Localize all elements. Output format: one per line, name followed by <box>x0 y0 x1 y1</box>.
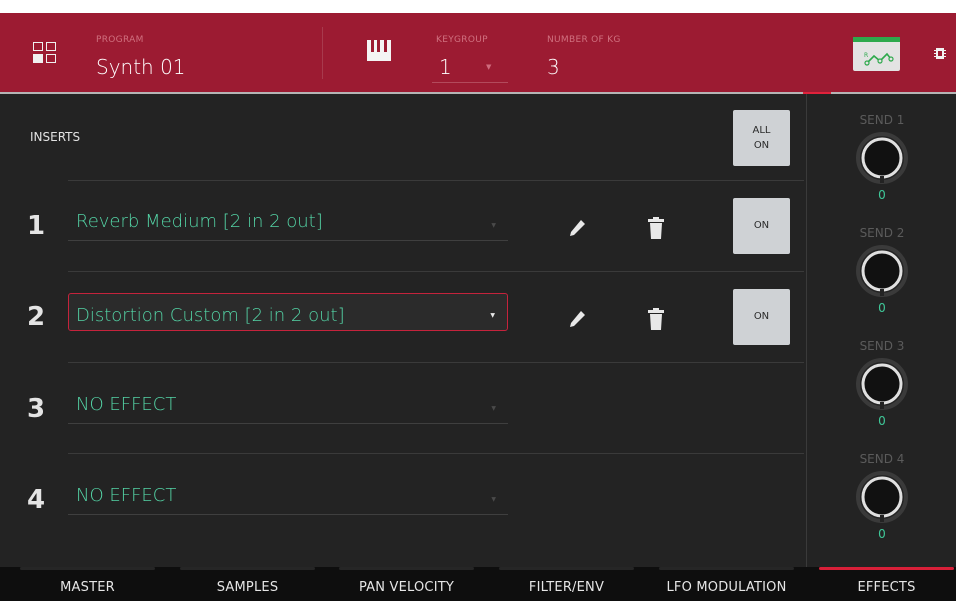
routing-label: R <box>864 52 868 59</box>
send-2: SEND 2 0 <box>807 207 956 319</box>
insert-3-effect-dropdown[interactable]: NO EFFECT ▼ <box>68 388 508 424</box>
tab-label: FILTER/ENV <box>528 580 605 595</box>
tab-filter-env[interactable]: FILTER/ENV <box>499 567 634 601</box>
chevron-down-icon: ▼ <box>491 405 496 412</box>
send-4: SEND 4 0 <box>807 433 956 545</box>
keygroup-value[interactable]: 1 <box>439 55 452 79</box>
chevron-down-icon: ▼ <box>490 312 495 319</box>
tab-samples[interactable]: SAMPLES <box>180 567 315 601</box>
insert-4-effect-name: NO EFFECT <box>76 485 177 506</box>
routing-icon: R <box>864 52 894 66</box>
send-4-knob[interactable] <box>856 471 908 523</box>
insert-2-delete-trash-icon[interactable] <box>647 308 665 330</box>
keygroup-underline <box>432 82 508 83</box>
program-name[interactable]: Synth 01 <box>96 55 186 79</box>
send-label: SEND 4 <box>859 452 905 466</box>
insert-slot-number: 3 <box>27 394 46 424</box>
bottom-tab-bar: MASTER SAMPLES PAN VELOCITY FILTER/ENV L… <box>0 567 956 601</box>
header-divider <box>322 27 323 79</box>
tab-label: EFFECTS <box>857 580 916 595</box>
insert-1-effect-dropdown[interactable]: Reverb Medium [2 in 2 out] ▼ <box>68 205 508 241</box>
insert-3-effect-name: NO EFFECT <box>76 394 177 415</box>
row-separator <box>68 453 804 454</box>
sends-panel: SEND 1 0 SEND 2 0 SEND 3 0 SEND 4 0 <box>806 94 956 567</box>
tab-pan-velocity[interactable]: PAN VELOCITY <box>339 567 474 601</box>
insert-2-on-button[interactable]: ON <box>733 289 790 345</box>
inserts-title: INSERTS <box>30 130 81 144</box>
send-1: SEND 1 0 <box>807 94 956 206</box>
chevron-down-icon: ▼ <box>491 222 496 229</box>
insert-1-edit-pencil-icon[interactable] <box>567 218 587 238</box>
insert-2-edit-pencil-icon[interactable] <box>567 309 587 329</box>
row-separator <box>68 362 804 363</box>
keygroup-caption: KEYGROUP <box>436 35 488 45</box>
insert-1-effect-name: Reverb Medium [2 in 2 out] <box>76 211 323 232</box>
send-3-knob[interactable] <box>856 358 908 410</box>
insert-2-effect-name: Distortion Custom [2 in 2 out] <box>76 305 345 326</box>
tab-master[interactable]: MASTER <box>20 567 155 601</box>
send-3: SEND 3 0 <box>807 320 956 432</box>
insert-1-delete-trash-icon[interactable] <box>647 217 665 239</box>
send-label: SEND 3 <box>859 339 905 353</box>
keyboard-icon <box>367 40 391 61</box>
all-on-line2: ON <box>753 140 770 151</box>
grid-view-icon[interactable] <box>33 42 57 64</box>
all-on-button[interactable]: ALL ON <box>733 110 790 166</box>
tab-label: PAN VELOCITY <box>358 580 455 595</box>
number-of-kg-caption: NUMBER OF KG <box>547 35 621 45</box>
send-value: 0 <box>878 188 886 202</box>
chip-icon[interactable] <box>934 47 946 60</box>
program-caption: PROGRAM <box>96 35 144 45</box>
tab-label: LFO MODULATION <box>666 580 787 595</box>
send-2-knob[interactable] <box>856 245 908 297</box>
row-separator <box>68 180 804 181</box>
chevron-down-icon: ▼ <box>491 496 496 503</box>
insert-slot-number: 2 <box>27 302 46 332</box>
row-separator <box>68 271 804 272</box>
send-1-knob[interactable] <box>856 132 908 184</box>
effects-screen: PROGRAM Synth 01 KEYGROUP 1 ▼ NUMBER OF … <box>0 13 956 601</box>
insert-1-on-button[interactable]: ON <box>733 198 790 254</box>
send-label: SEND 1 <box>859 113 905 127</box>
insert-2-effect-dropdown[interactable]: Distortion Custom [2 in 2 out] ▼ <box>68 293 508 331</box>
tab-label: MASTER <box>60 580 115 595</box>
insert-slot-number: 1 <box>27 211 46 241</box>
header-bar: PROGRAM Synth 01 KEYGROUP 1 ▼ NUMBER OF … <box>0 13 956 94</box>
number-of-kg-value[interactable]: 3 <box>547 55 560 79</box>
send-value: 0 <box>878 301 886 315</box>
insert-4-effect-dropdown[interactable]: NO EFFECT ▼ <box>68 479 508 515</box>
tab-label: SAMPLES <box>216 580 279 595</box>
insert-slot-number: 4 <box>27 485 46 515</box>
all-on-line1: ALL <box>752 125 771 136</box>
send-value: 0 <box>878 414 886 428</box>
send-value: 0 <box>878 527 886 541</box>
tab-lfo-modulation[interactable]: LFO MODULATION <box>659 567 794 601</box>
keygroup-dropdown-icon[interactable]: ▼ <box>486 63 491 71</box>
send-label: SEND 2 <box>859 226 905 240</box>
tab-effects[interactable]: EFFECTS <box>819 567 954 601</box>
routing-button[interactable]: R <box>853 37 900 71</box>
